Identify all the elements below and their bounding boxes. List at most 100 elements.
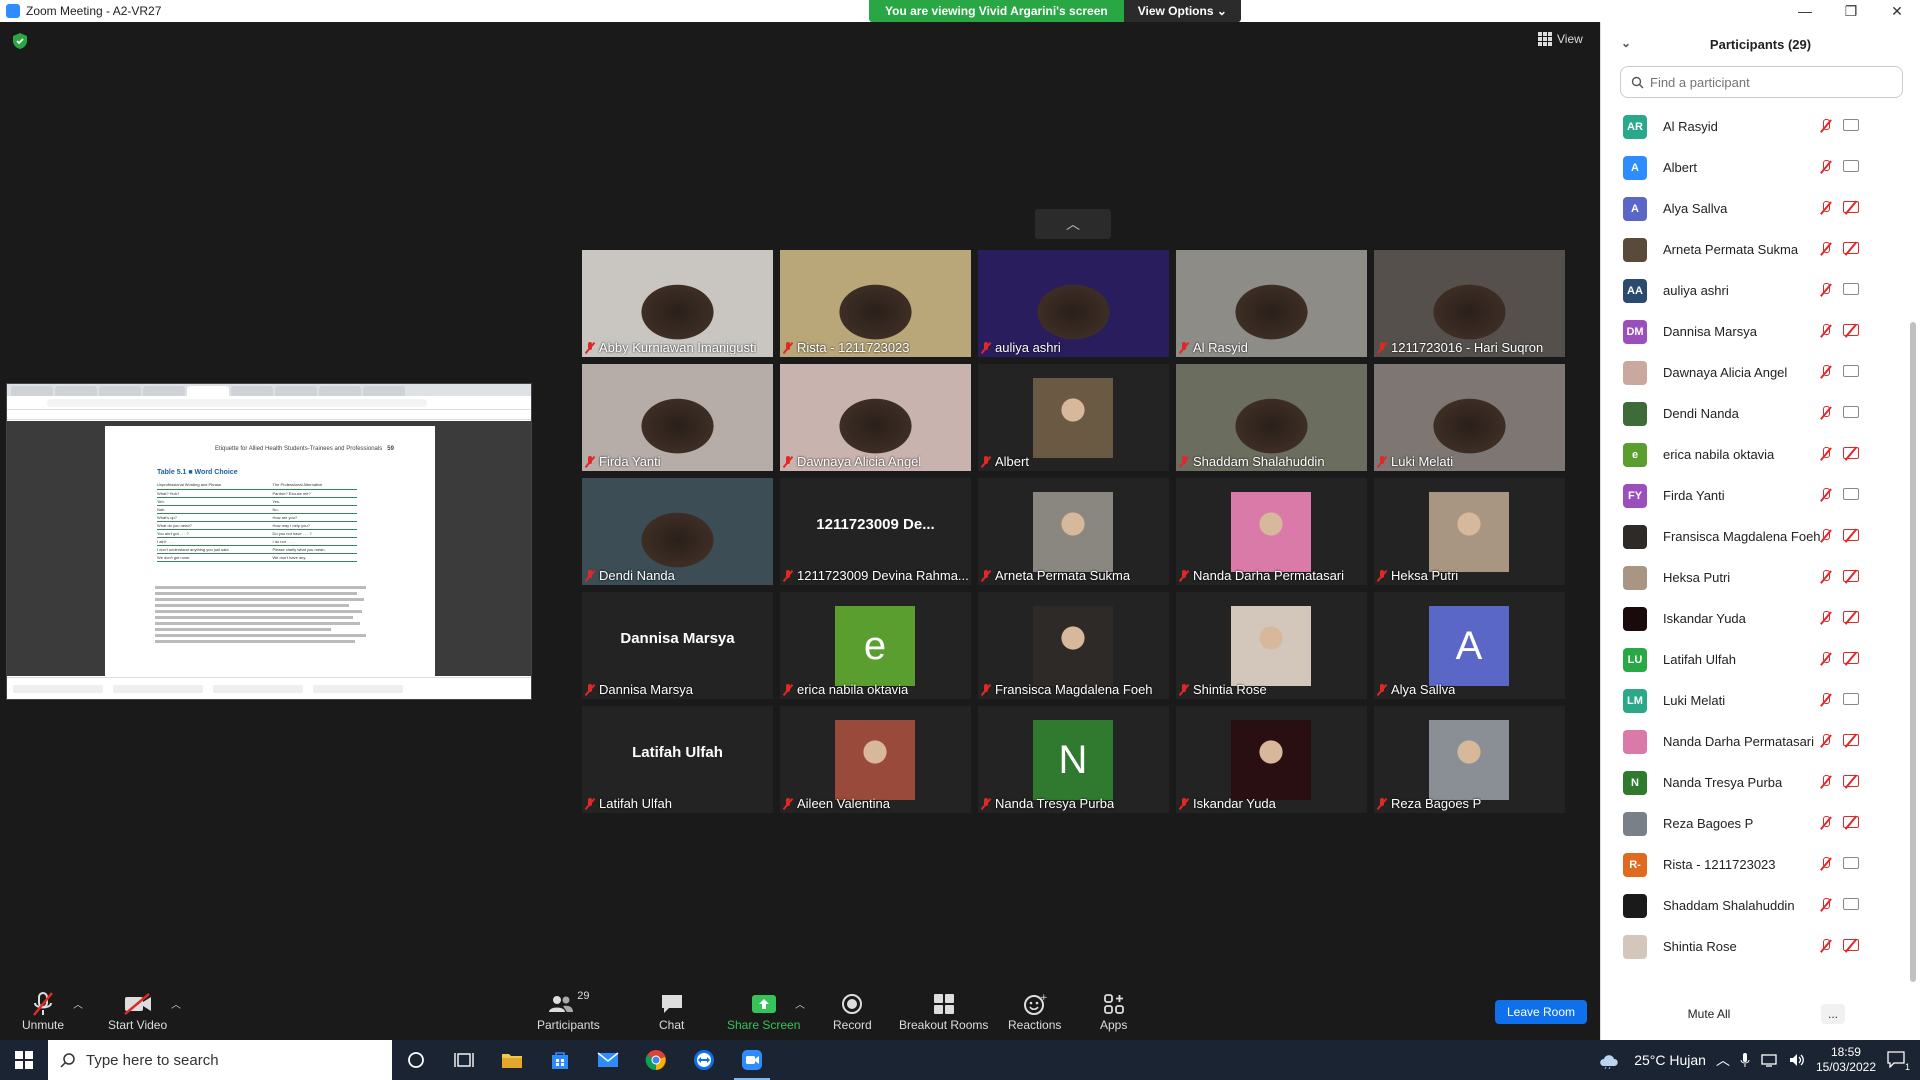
tray-expand-chevron-icon[interactable]: ︿ <box>1716 1050 1730 1070</box>
chrome-button[interactable] <box>632 1040 680 1080</box>
participant-row[interactable]: Shintia Rose <box>1601 926 1901 967</box>
audio-options-caret-icon[interactable]: ︿ <box>73 996 83 1011</box>
microphone-icon[interactable] <box>1740 1052 1750 1068</box>
notifications-button[interactable]: 1 <box>1886 1050 1910 1072</box>
video-tile[interactable]: auliya ashri <box>978 250 1169 357</box>
video-tile[interactable]: Rista - 1211723023 <box>780 250 971 357</box>
participant-row[interactable]: LU Latifah Ulfah <box>1601 639 1901 680</box>
video-tile[interactable]: Luki Melati <box>1374 364 1565 471</box>
participants-panel: ⌄ Participants (29) ARAl RasyidAAlbertAA… <box>1600 22 1920 1040</box>
taskbar-clock[interactable]: 18:59 15/03/2022 <box>1816 1045 1876 1075</box>
video-tile[interactable]: 1211723016 - Hari Suqron <box>1374 250 1565 357</box>
participant-row[interactable]: Arneta Permata Sukma <box>1601 229 1901 270</box>
mic-muted-icon <box>585 569 595 582</box>
video-tile[interactable]: Dendi Nanda <box>582 478 773 585</box>
participant-row[interactable]: Dawnaya Alicia Angel <box>1601 352 1901 393</box>
video-tile[interactable]: N Nanda Tresya Purba <box>978 706 1169 813</box>
video-tile[interactable]: Arneta Permata Sukma <box>978 478 1169 585</box>
participant-list-scrollbar[interactable] <box>1910 122 1916 982</box>
participant-row[interactable]: AA auliya ashri <box>1601 270 1901 311</box>
participant-row[interactable]: e erica nabila oktavia <box>1601 434 1901 475</box>
video-tile[interactable]: Latifah Ulfah Latifah Ulfah <box>582 706 773 813</box>
participant-row[interactable]: Reza Bagoes P <box>1601 803 1901 844</box>
record-button[interactable]: Record <box>833 990 872 1032</box>
unmute-button[interactable]: Unmute <box>22 990 64 1032</box>
store-button[interactable] <box>536 1040 584 1080</box>
participant-row[interactable]: DM Dannisa Marsya <box>1601 311 1901 352</box>
participant-row[interactable]: A Albert <box>1601 147 1901 188</box>
video-tile[interactable]: Firda Yanti <box>582 364 773 471</box>
participant-search-box[interactable] <box>1620 66 1903 98</box>
video-tile[interactable]: Reza Bagoes P <box>1374 706 1565 813</box>
weather-label[interactable]: 25°C Hujan <box>1634 1052 1706 1068</box>
network-icon[interactable] <box>1760 1053 1778 1067</box>
participant-row[interactable]: Fransisca Magdalena Foeh <box>1601 516 1901 557</box>
task-view-button[interactable] <box>440 1040 488 1080</box>
participant-row[interactable]: FY Firda Yanti <box>1601 475 1901 516</box>
more-options-button[interactable]: ... <box>1821 1004 1845 1024</box>
breakout-rooms-button[interactable]: Breakout Rooms <box>899 990 988 1032</box>
video-tile[interactable]: Dawnaya Alicia Angel <box>780 364 971 471</box>
mic-muted-icon <box>1819 529 1833 543</box>
participant-row[interactable]: N Nanda Tresya Purba <box>1601 762 1901 803</box>
participants-button[interactable]: 29 Participants <box>537 990 600 1032</box>
view-options-button[interactable]: View Options ⌄ <box>1123 0 1241 22</box>
share-screen-button[interactable]: Share Screen <box>727 990 800 1032</box>
mute-all-button[interactable]: Mute All <box>1679 1002 1739 1026</box>
viewing-banner: You are viewing Vivid Argarini's screen … <box>869 0 1241 22</box>
start-video-button[interactable]: Start Video <box>108 990 167 1032</box>
taskbar-search-box[interactable]: Type here to search <box>48 1040 392 1080</box>
participant-row[interactable]: R- Rista - 1211723023 <box>1601 844 1901 885</box>
video-options-caret-icon[interactable]: ︿ <box>171 996 181 1011</box>
zoom-app-icon <box>6 4 20 18</box>
participant-row[interactable]: Nanda Darha Permatasari <box>1601 721 1901 762</box>
video-tile[interactable]: Abby Kurniawan Imanigusti <box>582 250 773 357</box>
file-explorer-button[interactable] <box>488 1040 536 1080</box>
view-label: View <box>1557 32 1583 46</box>
video-tile[interactable]: Heksa Putri <box>1374 478 1565 585</box>
teamviewer-button[interactable] <box>680 1040 728 1080</box>
participant-row[interactable]: Dendi Nanda <box>1601 393 1901 434</box>
video-tile[interactable]: 1211723009 De... 1211723009 Devina Rahma.… <box>780 478 971 585</box>
participant-row[interactable]: Iskandar Yuda <box>1601 598 1901 639</box>
mic-muted-icon <box>585 683 595 696</box>
video-tile[interactable]: A Alya Sallva <box>1374 592 1565 699</box>
participant-row[interactable]: Shaddam Shalahuddin <box>1601 885 1901 926</box>
chat-button[interactable]: Chat <box>659 990 684 1032</box>
leave-room-button[interactable]: Leave Room <box>1495 1000 1587 1024</box>
collapse-chevron-icon[interactable]: ⌄ <box>1621 36 1631 50</box>
participant-row[interactable]: LM Luki Melati <box>1601 680 1901 721</box>
reactions-button[interactable]: + Reactions <box>1008 990 1061 1032</box>
participant-name: Dawnaya Alicia Angel <box>1663 365 1788 380</box>
participant-row[interactable]: AR Al Rasyid <box>1601 106 1901 147</box>
close-icon[interactable]: ✕ <box>1874 0 1920 22</box>
share-options-caret-icon[interactable]: ︿ <box>795 996 805 1011</box>
video-tile[interactable]: Nanda Darha Permatasari <box>1176 478 1367 585</box>
participant-row[interactable]: A Alya Sallva <box>1601 188 1901 229</box>
security-shield-icon[interactable] <box>12 32 28 50</box>
restore-icon[interactable]: ❐ <box>1828 0 1874 22</box>
video-tile[interactable]: Iskandar Yuda <box>1176 706 1367 813</box>
participant-search-input[interactable] <box>1650 74 1890 90</box>
video-tile[interactable]: Al Rasyid <box>1176 250 1367 357</box>
scroll-up-tiles-button[interactable]: ︿ <box>1035 209 1111 239</box>
minimize-icon[interactable]: — <box>1782 0 1828 22</box>
zoom-taskbar-button[interactable] <box>728 1040 776 1080</box>
mail-button[interactable] <box>584 1040 632 1080</box>
participant-row[interactable]: Heksa Putri <box>1601 557 1901 598</box>
video-tile[interactable]: Shaddam Shalahuddin <box>1176 364 1367 471</box>
video-tile[interactable]: Shintia Rose <box>1176 592 1367 699</box>
volume-icon[interactable] <box>1788 1052 1806 1068</box>
view-button[interactable]: View <box>1538 32 1583 46</box>
participant-name: Firda Yanti <box>1663 488 1725 503</box>
video-tile[interactable]: e erica nabila oktavia <box>780 592 971 699</box>
video-tile[interactable]: Fransisca Magdalena Foeh <box>978 592 1169 699</box>
apps-button[interactable]: Apps <box>1100 990 1127 1032</box>
search-icon <box>60 1053 75 1068</box>
video-tile[interactable]: Albert <box>978 364 1169 471</box>
start-button[interactable] <box>0 1040 48 1080</box>
video-tile[interactable]: Aileen Valentina <box>780 706 971 813</box>
video-tile[interactable]: Dannisa Marsya Dannisa Marsya <box>582 592 773 699</box>
shared-screen[interactable]: Etiquette for Allied Health Students-Tra… <box>6 383 532 700</box>
cortana-button[interactable] <box>392 1040 440 1080</box>
